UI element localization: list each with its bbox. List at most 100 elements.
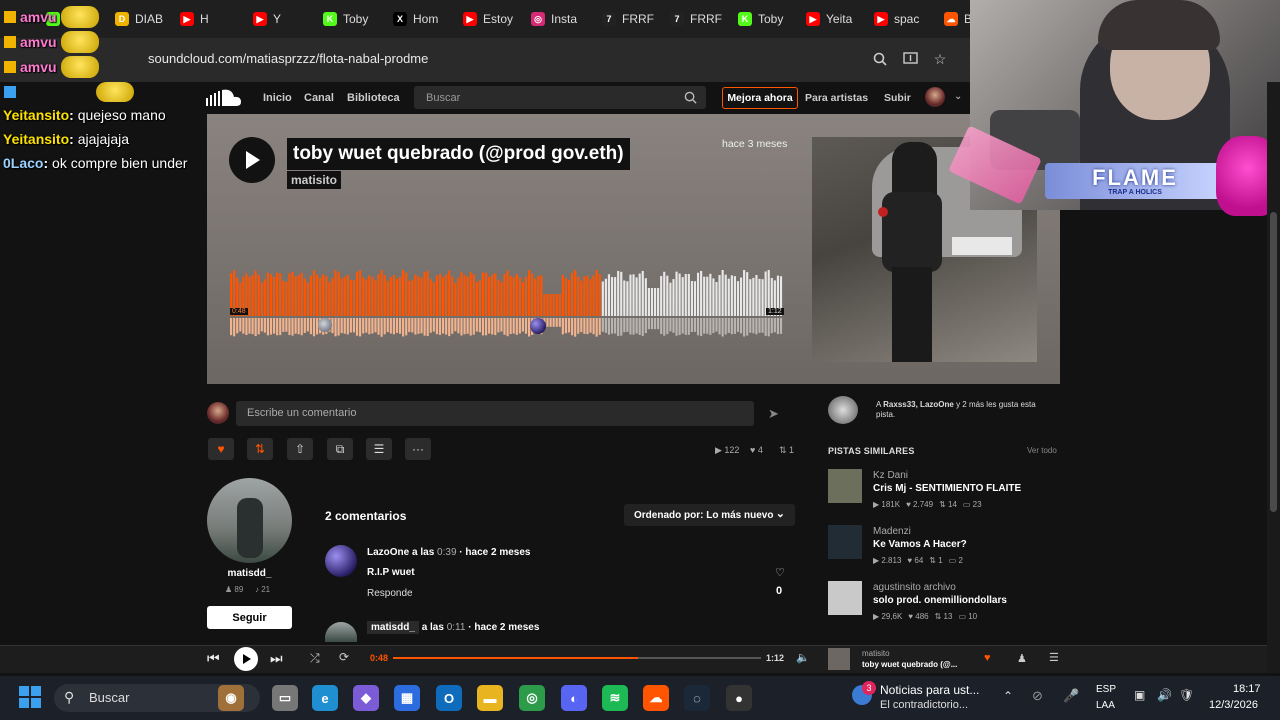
play-button[interactable] [229, 137, 275, 183]
wave-comment-avatar[interactable] [318, 318, 332, 332]
comment-avatar[interactable] [325, 622, 357, 642]
search-input[interactable]: Buscar [414, 86, 706, 109]
comment-input[interactable]: Escribe un comentario [236, 401, 754, 426]
news-title[interactable]: Noticias para ust... [880, 683, 979, 697]
player-like-icon[interactable]: ♥ [984, 652, 991, 664]
microphone-icon[interactable]: 🎤 [1063, 688, 1079, 704]
comment-timestamp[interactable]: 0:11 [447, 622, 466, 633]
chevron-down-icon[interactable]: ⌄ [954, 91, 962, 102]
track-artist[interactable]: matisito [287, 171, 342, 189]
display-icon[interactable]: ▣ [1134, 688, 1145, 702]
add-to-playlist-button[interactable]: ☰ [366, 438, 392, 460]
outlook-icon[interactable]: O [436, 685, 462, 711]
comment-user[interactable]: matisdd_ [367, 621, 419, 634]
similar-title-text[interactable]: Ke Vamos A Hacer? [873, 539, 967, 550]
copy-link-button[interactable]: ⧉ [327, 438, 353, 460]
soundcloud-logo-icon[interactable] [206, 88, 242, 113]
network-off-icon[interactable]: ⊘ [1032, 688, 1043, 704]
shuffle-icon[interactable]: ⤮ [310, 651, 320, 666]
shield-icon[interactable]: 🛡 [1179, 688, 1194, 702]
queue-icon[interactable]: ☰ [1049, 651, 1059, 664]
browser-tab[interactable]: ▶ spac [874, 8, 936, 30]
browser-tab[interactable]: ▶ Yeita [806, 8, 868, 30]
nav-for-artists[interactable]: Para artistas [805, 92, 868, 104]
browser-tab[interactable]: ▶ Estoy [463, 8, 525, 30]
nav-library[interactable]: Biblioteca [347, 92, 400, 104]
obs-icon[interactable]: ● [726, 685, 752, 711]
tray-chevron-up-icon[interactable]: ⌃ [1003, 689, 1013, 703]
repost-button[interactable]: ⇅ [247, 438, 273, 460]
language-top[interactable]: ESP [1096, 684, 1116, 695]
chrome-icon[interactable]: ◎ [519, 685, 545, 711]
repeat-icon[interactable]: ⟳ [339, 650, 349, 664]
previous-icon[interactable]: ⏮ [207, 650, 220, 667]
zoom-icon[interactable] [870, 49, 890, 69]
browser-tab[interactable]: 7 FRRF [670, 8, 732, 30]
like-button[interactable]: ♥ [208, 438, 234, 460]
search-icon[interactable] [684, 91, 697, 104]
speaker-icon[interactable]: 🔊 [1157, 688, 1172, 702]
user-avatar[interactable] [925, 87, 945, 107]
steam-icon[interactable]: ◌ [684, 685, 710, 711]
bookmark-star-icon[interactable]: ☆ [930, 49, 950, 69]
chat-username[interactable]: Yeitansito [3, 131, 69, 147]
browser-tab[interactable]: ◎ Insta [531, 8, 593, 30]
similar-user[interactable]: Madenzi [873, 526, 911, 537]
discord-icon[interactable]: ◐ [561, 685, 587, 711]
comment-user[interactable]: LazoOne [367, 547, 409, 558]
nav-feed[interactable]: Canal [304, 92, 334, 104]
next-icon[interactable]: ⏭ [270, 650, 283, 667]
wave-comment-avatar[interactable] [530, 318, 546, 334]
similar-user[interactable]: Kz Dani [873, 470, 908, 481]
similar-title-text[interactable]: solo prod. onemilliondollars [873, 595, 1007, 606]
comment-timestamp[interactable]: 0:39 [437, 547, 456, 558]
store-icon[interactable]: ▦ [394, 685, 420, 711]
waveform[interactable] [230, 270, 783, 338]
follow-button[interactable]: Seguir [207, 606, 292, 629]
player-title[interactable]: toby wuet quebrado (@... [862, 660, 957, 669]
similar-thumb[interactable] [828, 581, 862, 615]
browser-tab[interactable]: K Toby [323, 8, 385, 30]
player-progress-track[interactable] [393, 657, 761, 659]
player-artist[interactable]: matisito [862, 649, 890, 658]
file-explorer-icon[interactable]: ▭ [272, 685, 298, 711]
likers-avatars[interactable] [828, 396, 858, 424]
volume-icon[interactable]: 🔈 [796, 651, 810, 664]
similar-title-text[interactable]: Cris Mj - SENTIMIENTO FLAITE [873, 483, 1021, 494]
similar-user[interactable]: agustinsito archivo [873, 582, 956, 593]
url-field[interactable]: soundcloud.com/matiasprzzz/flota-nabal-p… [148, 51, 428, 66]
uploader-avatar[interactable] [207, 478, 292, 563]
reply-link[interactable]: Responde [367, 588, 413, 599]
clock-time[interactable]: 18:17 [1233, 683, 1261, 695]
share-button[interactable]: ⇧ [287, 438, 313, 460]
similar-thumb[interactable] [828, 469, 862, 503]
send-icon[interactable]: ➤ [768, 406, 779, 422]
similar-thumb[interactable] [828, 525, 862, 559]
clock-date[interactable]: 12/3/2026 [1209, 699, 1258, 711]
copilot-icon[interactable]: ◆ [353, 685, 379, 711]
uploader-name[interactable]: matisdd_ [207, 568, 292, 579]
edge-icon[interactable]: e [312, 685, 338, 711]
browser-tab[interactable]: ▶ Y [253, 8, 315, 30]
browser-tab[interactable]: D DIAB [115, 8, 177, 30]
windows-start-icon[interactable] [19, 686, 41, 713]
sort-dropdown[interactable]: Ordenado por: Lo más nuevo ⌄ [624, 504, 795, 526]
see-all-link[interactable]: Ver todo [1027, 446, 1057, 455]
nav-home[interactable]: Inicio [263, 92, 292, 104]
browser-tab[interactable]: X Hom [393, 8, 455, 30]
comment-avatar[interactable] [325, 545, 357, 577]
install-app-icon[interactable] [900, 49, 920, 69]
browser-tab[interactable]: 7 FRRF [602, 8, 664, 30]
news-subtitle[interactable]: El contradictorio... [880, 699, 968, 711]
soundcloud-app-icon[interactable]: ☁ [643, 685, 669, 711]
chat-username[interactable]: 0Laco [3, 155, 43, 171]
chat-username[interactable]: Yeitansito [3, 107, 69, 123]
page-scrollbar[interactable] [1267, 82, 1280, 673]
browser-tab[interactable]: ▶ H [180, 8, 242, 30]
spotify-icon[interactable]: ≋ [602, 685, 628, 711]
nav-upload[interactable]: Subir [884, 92, 911, 104]
follow-user-icon[interactable]: ♟ [1017, 652, 1027, 665]
widget-icon[interactable]: ◉ [218, 685, 244, 711]
more-button[interactable]: ··· [405, 438, 431, 460]
browser-tab[interactable]: K Toby [738, 8, 800, 30]
